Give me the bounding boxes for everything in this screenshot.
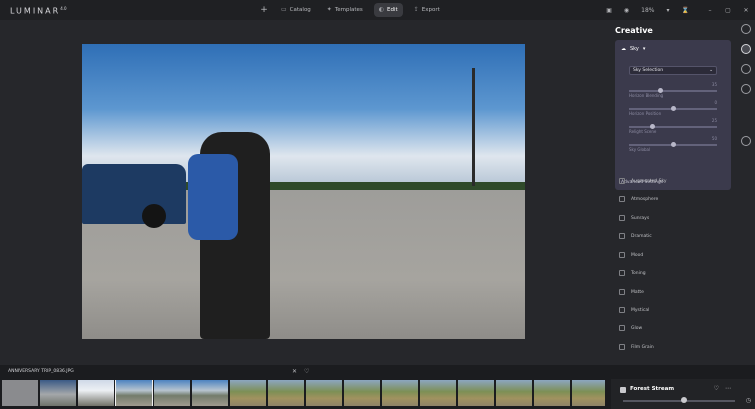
reject-x-icon[interactable]: ✕ bbox=[292, 368, 297, 375]
essentials-sun-icon[interactable] bbox=[741, 24, 751, 34]
filmstrip-thumbnail[interactable] bbox=[534, 380, 570, 406]
compare-toggle-icon[interactable]: ▣ bbox=[606, 7, 612, 14]
tool-icon bbox=[619, 252, 625, 258]
zoom-level[interactable]: 18% bbox=[641, 7, 654, 14]
chevron-down-icon: ▾ bbox=[642, 46, 646, 52]
edit-icon: ◐ bbox=[378, 6, 385, 13]
history-icon[interactable]: ⌛ bbox=[682, 7, 689, 14]
sky-selection-dropdown[interactable]: Sky Selection ⌄ bbox=[629, 66, 717, 75]
tab-catalog[interactable]: ▭ Catalog bbox=[276, 3, 316, 17]
tool-icon bbox=[619, 270, 625, 276]
filmstrip-thumbnail[interactable] bbox=[382, 380, 418, 406]
preset-more-icon[interactable]: ⋯ bbox=[725, 385, 731, 392]
tool-dramatic[interactable]: Dramatic bbox=[619, 230, 652, 242]
add-photos-button[interactable]: + bbox=[258, 5, 270, 15]
filmstrip-thumbnail[interactable] bbox=[40, 380, 76, 406]
main-nav: + ▭ Catalog ✦ Templates ◐ Edit ⇪ Export bbox=[258, 2, 445, 17]
slider-knob[interactable] bbox=[671, 106, 676, 111]
app-logo: LUMINAR4.0 bbox=[10, 6, 67, 16]
portrait-face-icon[interactable] bbox=[741, 64, 751, 74]
main-photo[interactable] bbox=[82, 44, 525, 339]
tool-augmented-sky[interactable]: Augmented Sky bbox=[619, 175, 667, 187]
creative-palette-icon[interactable] bbox=[741, 44, 751, 54]
favorite-heart-icon[interactable]: ♡ bbox=[304, 368, 309, 375]
tab-edit[interactable]: ◐ Edit bbox=[373, 2, 403, 17]
tool-toning[interactable]: Toning bbox=[619, 267, 646, 279]
preview-eye-icon[interactable]: ◉ bbox=[624, 7, 629, 14]
slider-knob[interactable] bbox=[671, 142, 676, 147]
tool-mood[interactable]: Mood bbox=[619, 249, 643, 261]
sky-tool-header[interactable]: ☁ Sky ▾ bbox=[621, 46, 645, 52]
filmstrip-thumbnail[interactable] bbox=[78, 380, 114, 406]
horizon-position-slider[interactable]: Horizon Position 0 bbox=[629, 100, 717, 119]
tool-film-grain[interactable]: Film Grain bbox=[619, 341, 654, 353]
tool-icon bbox=[619, 325, 625, 331]
sky-tool-card: ☁ Sky ▾ Sky Selection ⌄ Horizon Blending 35 … bbox=[615, 40, 731, 190]
tool-icon bbox=[619, 215, 625, 221]
filmstrip-thumbnail[interactable] bbox=[268, 380, 304, 406]
photo-wheel bbox=[142, 204, 166, 228]
preset-favorite-icon[interactable]: ♡ bbox=[714, 385, 719, 392]
filmstrip bbox=[2, 380, 605, 406]
filmstrip-thumbnail[interactable] bbox=[115, 380, 153, 406]
tab-templates[interactable]: ✦ Templates bbox=[322, 3, 368, 17]
sky-global-slider[interactable]: Sky Global 50 bbox=[629, 136, 717, 155]
dropdown-chevron-icon: ⌄ bbox=[709, 68, 713, 73]
filmstrip-thumbnail[interactable] bbox=[496, 380, 532, 406]
minimize-icon[interactable]: – bbox=[701, 7, 719, 14]
tool-icon bbox=[619, 307, 625, 313]
zoom-chevron-icon[interactable]: ▾ bbox=[667, 7, 670, 14]
preset-amount-knob[interactable] bbox=[681, 397, 688, 403]
preset-name: Forest Stream bbox=[630, 386, 675, 392]
tab-export[interactable]: ⇪ Export bbox=[409, 3, 445, 17]
filmstrip-thumbnail[interactable] bbox=[230, 380, 266, 406]
filmstrip-thumbnail[interactable] bbox=[306, 380, 342, 406]
panel-switcher bbox=[736, 20, 755, 170]
close-icon[interactable]: ✕ bbox=[737, 7, 755, 14]
filmstrip-thumbnail[interactable] bbox=[420, 380, 456, 406]
slider-track bbox=[629, 126, 717, 128]
maximize-icon[interactable]: ▢ bbox=[719, 7, 737, 14]
tool-icon bbox=[619, 196, 625, 202]
preset-icon bbox=[620, 387, 626, 393]
tool-icon bbox=[619, 344, 625, 350]
layers-icon[interactable] bbox=[741, 136, 751, 146]
horizon-blending-slider[interactable]: Horizon Blending 35 bbox=[629, 82, 717, 101]
relight-scene-slider[interactable]: Relight Scene 25 bbox=[629, 118, 717, 137]
preset-bar: Forest Stream ♡ ⋯ ◷ bbox=[611, 379, 755, 409]
history-clock-icon[interactable]: ◷ bbox=[746, 397, 751, 404]
filmstrip-thumbnail[interactable] bbox=[2, 380, 38, 406]
preset-amount-slider[interactable] bbox=[623, 400, 735, 402]
export-icon: ⇪ bbox=[413, 6, 419, 13]
templates-icon: ✦ bbox=[326, 6, 332, 13]
filmstrip-controls: ✕ ♡ bbox=[292, 368, 309, 375]
catalog-icon: ▭ bbox=[281, 6, 287, 13]
tool-mystical[interactable]: Mystical bbox=[619, 304, 649, 316]
filmstrip-thumbnail[interactable] bbox=[344, 380, 380, 406]
panel-title: Creative bbox=[615, 26, 653, 35]
tool-matte[interactable]: Matte bbox=[619, 286, 644, 298]
photo-light-pole bbox=[472, 68, 475, 186]
professional-icon[interactable] bbox=[741, 84, 751, 94]
tool-atmosphere[interactable]: Atmosphere bbox=[619, 193, 658, 205]
filmstrip-thumbnail[interactable] bbox=[192, 380, 228, 406]
tool-glow[interactable]: Glow bbox=[619, 322, 642, 334]
tool-icon bbox=[619, 178, 625, 184]
photo-backpack bbox=[188, 154, 238, 240]
preset-actions: ♡ ⋯ bbox=[714, 385, 731, 392]
tool-icon bbox=[619, 289, 625, 295]
cloud-icon: ☁ bbox=[621, 46, 626, 52]
filmstrip-thumbnail[interactable] bbox=[458, 380, 494, 406]
slider-knob[interactable] bbox=[650, 124, 655, 129]
album-name: ANNIVERSARY TRIP_0836.JPG bbox=[8, 369, 74, 374]
filmstrip-thumbnail[interactable] bbox=[154, 380, 190, 406]
top-bar: LUMINAR4.0 + ▭ Catalog ✦ Templates ◐ Edit ⇪… bbox=[0, 0, 755, 20]
right-controls: ▣ ◉ 18% ▾ ⌛ – ▢ ✕ bbox=[606, 0, 755, 20]
tool-icon bbox=[619, 233, 625, 239]
tool-sunrays[interactable]: Sunrays bbox=[619, 212, 649, 224]
photo-truck bbox=[82, 164, 186, 224]
filmstrip-thumbnail[interactable] bbox=[572, 380, 605, 406]
slider-track bbox=[629, 90, 717, 92]
